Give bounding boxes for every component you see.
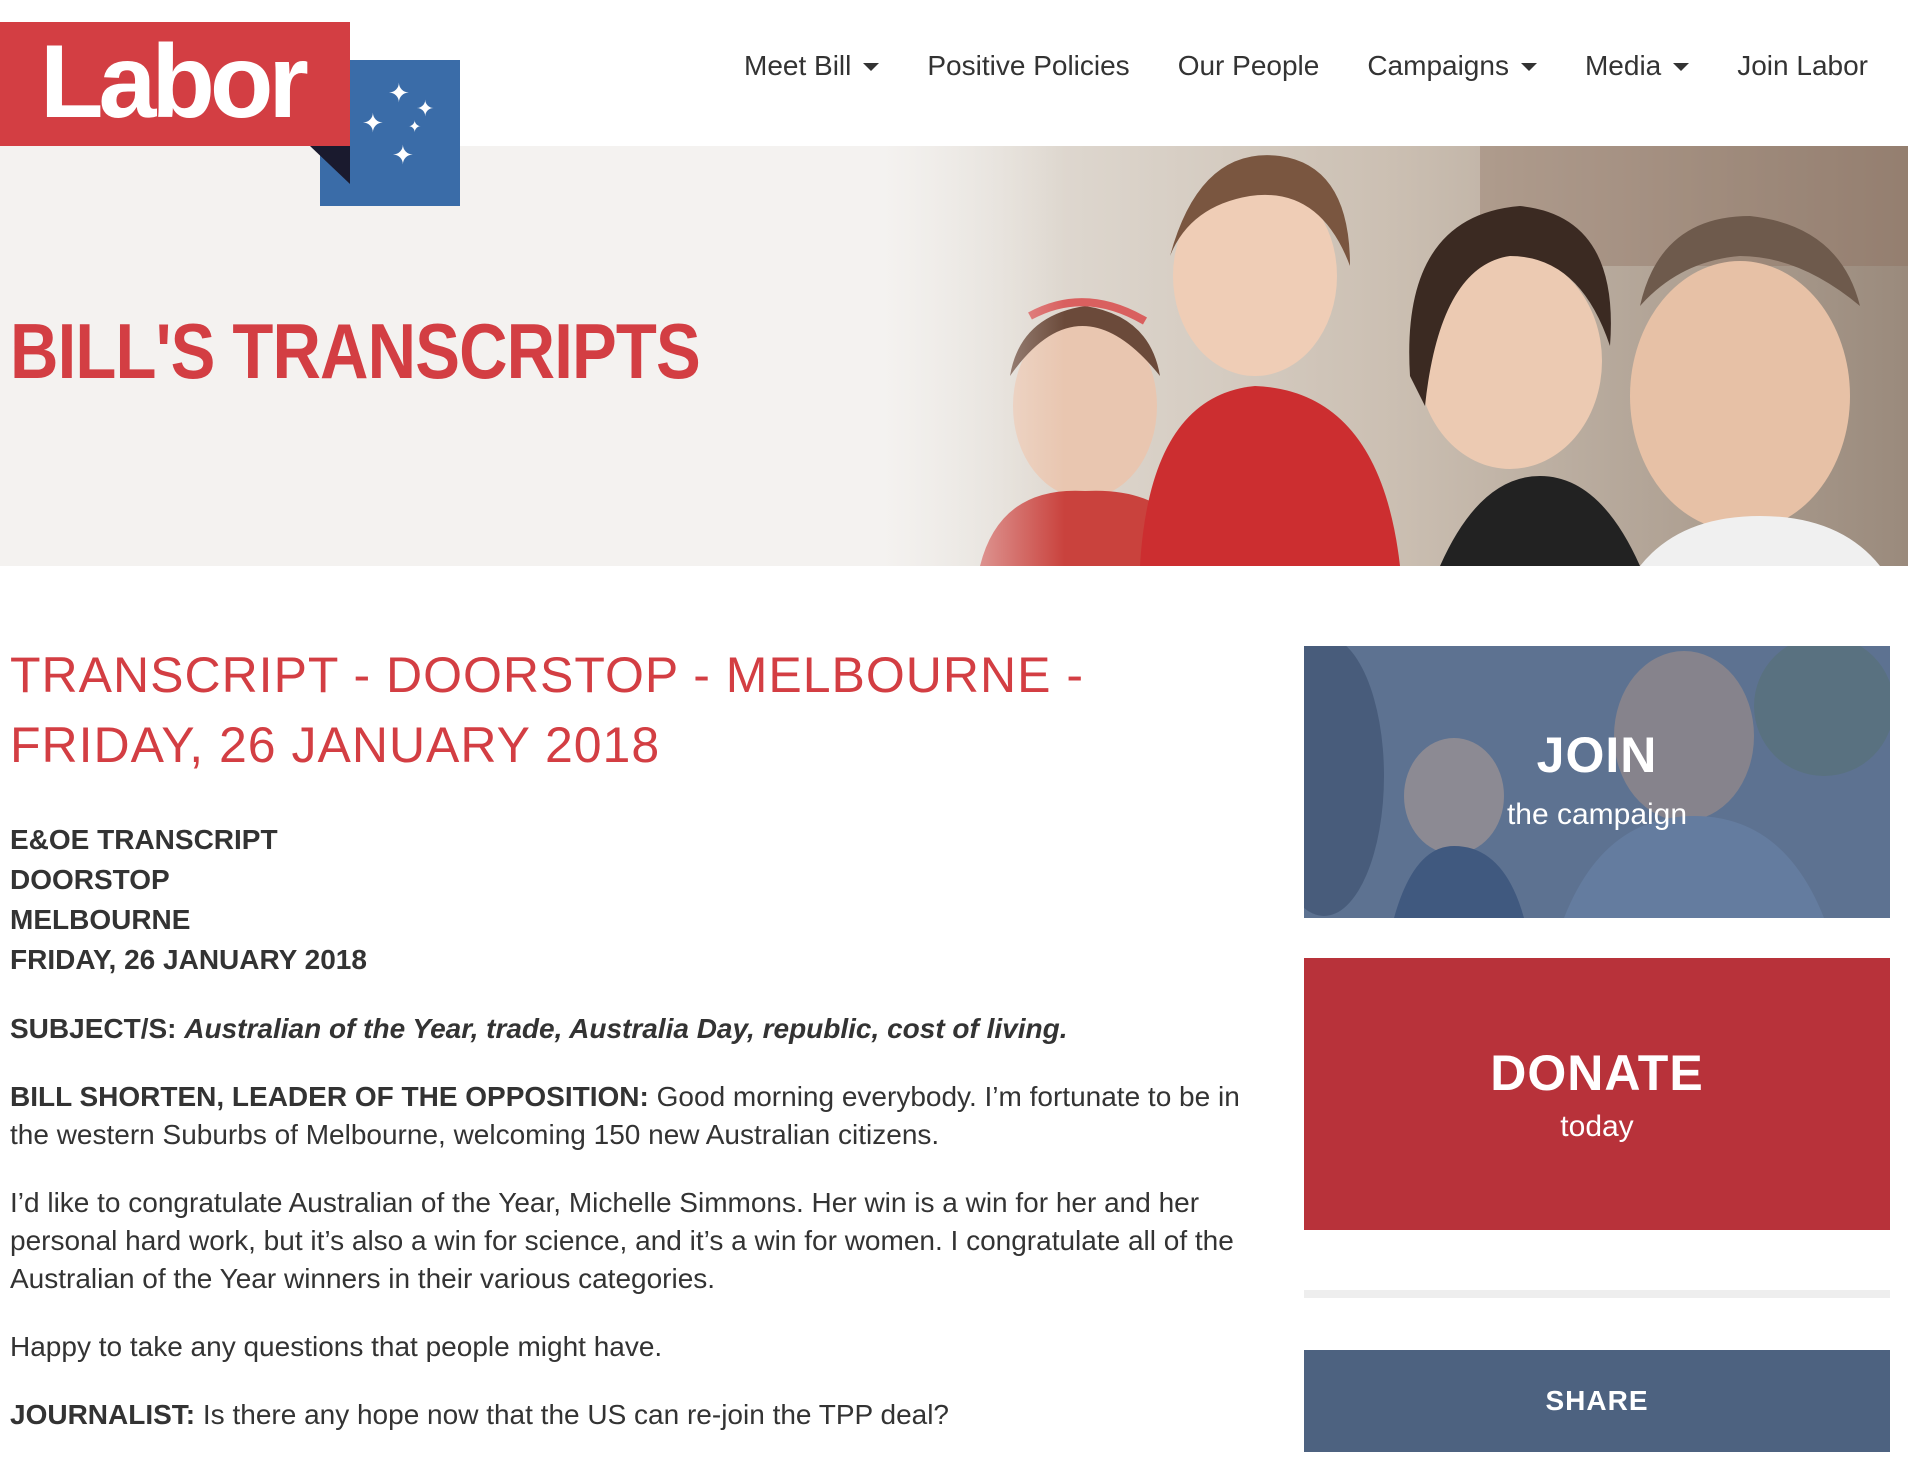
transcript-meta: E&OE TRANSCRIPT DOORSTOP MELBOURNE FRIDA… <box>10 820 1250 980</box>
meta-line: DOORSTOP <box>10 864 170 895</box>
nav-our-people[interactable]: Our People <box>1154 46 1344 86</box>
article-title-line1: TRANSCRIPT - DOORSTOP - MELBOURNE - <box>10 647 1085 703</box>
nav-media[interactable]: Media <box>1561 46 1713 86</box>
transcript-paragraph: JOURNALIST: Is there any hope now that t… <box>10 1396 1250 1434</box>
nav-label: Media <box>1584 50 1662 81</box>
caret-down-icon <box>1520 63 1537 71</box>
share-button[interactable]: SHARE <box>1304 1350 1890 1452</box>
nav-label: Meet Bill <box>744 50 852 81</box>
meta-line: MELBOURNE <box>10 904 191 935</box>
donate-card[interactable]: DONATE today <box>1304 958 1890 1230</box>
logo-text: Labor <box>40 24 309 140</box>
meta-line: FRIDAY, 26 JANUARY 2018 <box>10 944 367 975</box>
join-subtitle: the campaign <box>1506 798 1688 831</box>
transcript-paragraph: I’d like to congratulate Australian of t… <box>10 1187 1234 1294</box>
nav-label: Positive Policies <box>927 50 1130 81</box>
family-photo <box>880 146 1908 566</box>
page-title: BILL'S TRANSCRIPTS <box>10 307 701 395</box>
logo-red-block: Labor <box>0 22 350 146</box>
subject-text: Australian of the Year, trade, Australia… <box>184 1013 1068 1044</box>
transcript-paragraph: Happy to take any questions that people … <box>10 1331 663 1362</box>
caret-down-icon <box>863 63 880 71</box>
nav-label: Join Labor <box>1737 50 1868 81</box>
nav-label: Our People <box>1177 50 1320 81</box>
donate-subtitle: today <box>1560 1110 1634 1143</box>
meta-line: E&OE TRANSCRIPT <box>10 824 278 855</box>
article-title: TRANSCRIPT - DOORSTOP - MELBOURNE - FRID… <box>10 640 1250 780</box>
donate-title: DONATE <box>1490 1045 1704 1101</box>
labor-logo[interactable]: Labor ✦ ✦ ✦ ✦ ✦ <box>0 22 460 206</box>
article-title-line2: FRIDAY, 26 JANUARY 2018 <box>10 717 661 773</box>
nav-campaigns[interactable]: Campaigns <box>1343 46 1561 86</box>
speaker-label: BILL SHORTEN, LEADER OF THE OPPOSITION: <box>10 1081 649 1112</box>
nav-meet-bill[interactable]: Meet Bill <box>720 46 903 86</box>
caret-down-icon <box>1673 63 1690 71</box>
hero-banner: BILL'S TRANSCRIPTS <box>0 146 1908 566</box>
nav-label: Campaigns <box>1367 50 1509 81</box>
speech-text: Is there any hope now that the US can re… <box>195 1399 950 1430</box>
article: TRANSCRIPT - DOORSTOP - MELBOURNE - FRID… <box>10 640 1250 1434</box>
join-title: JOIN <box>1536 727 1658 783</box>
nav-join-labor[interactable]: Join Labor <box>1713 46 1868 86</box>
speaker-label: JOURNALIST: <box>10 1399 196 1430</box>
logo-shadow <box>310 146 350 184</box>
main-nav: Meet Bill Positive Policies Our People C… <box>720 46 1868 86</box>
sidebar: JOIN the campaign DONATE today SHARE <box>1304 646 1890 1452</box>
join-campaign-card[interactable]: JOIN the campaign <box>1304 646 1890 918</box>
subject-paragraph: SUBJECT/S: Australian of the Year, trade… <box>10 1010 1250 1048</box>
divider <box>1304 1290 1890 1298</box>
nav-positive-policies[interactable]: Positive Policies <box>903 46 1153 86</box>
transcript-paragraph: BILL SHORTEN, LEADER OF THE OPPOSITION: … <box>10 1078 1250 1154</box>
subject-label: SUBJECT/S: <box>10 1013 177 1044</box>
share-label: SHARE <box>1545 1385 1649 1416</box>
